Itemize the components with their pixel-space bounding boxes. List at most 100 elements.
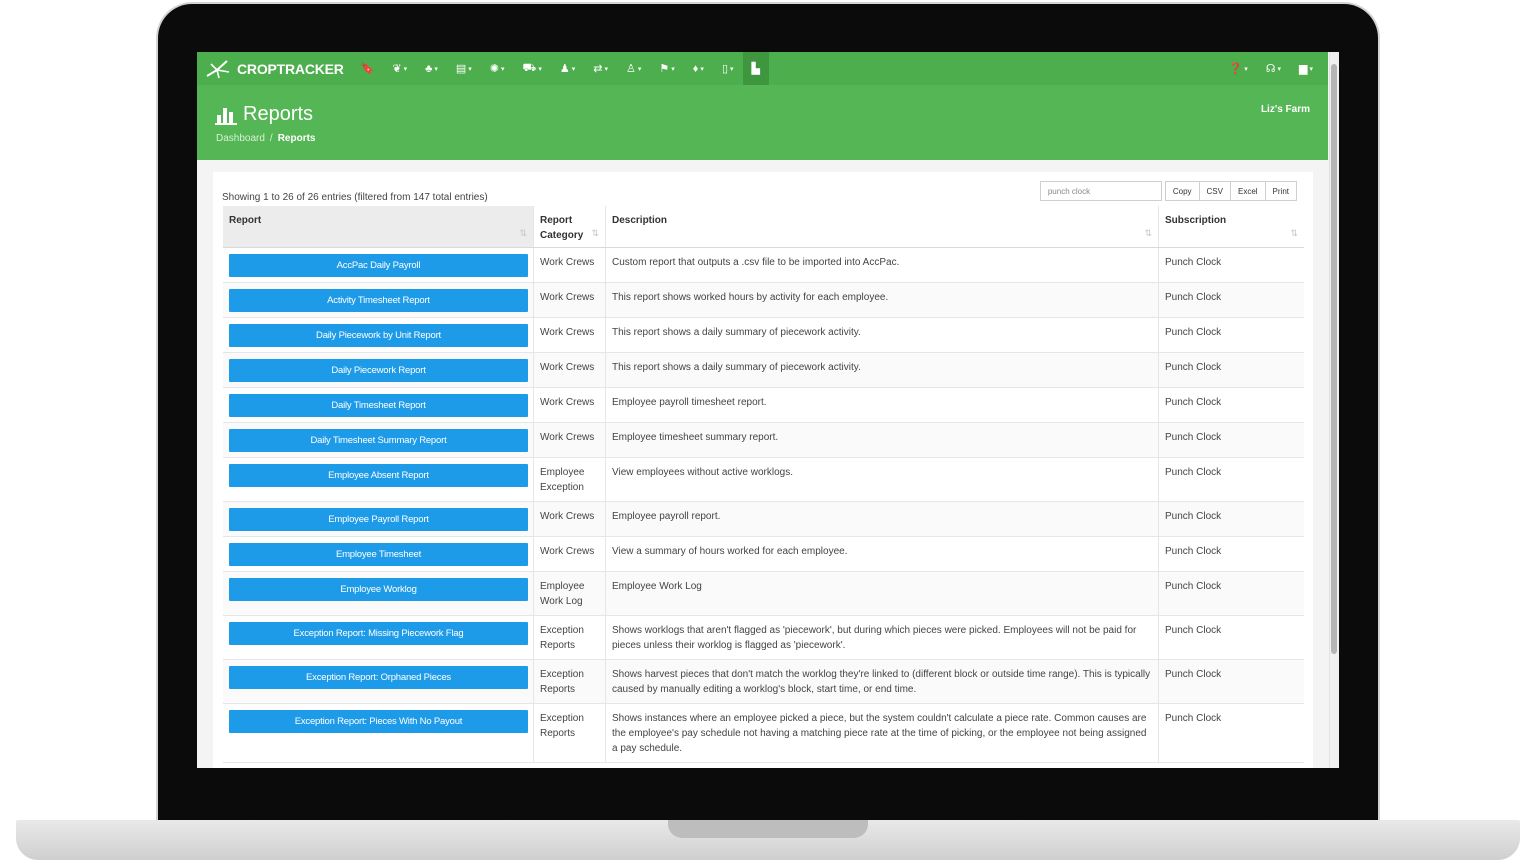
report-button[interactable]: Employee Timesheet — [229, 543, 528, 566]
report-button[interactable]: Employee Payroll Report — [229, 508, 528, 531]
nav-item-person[interactable]: ♙ ▾ — [617, 52, 650, 85]
sort-icon: ⇅ — [1144, 228, 1152, 238]
subscription-cell-text: Punch Clock — [1165, 432, 1222, 443]
report-button[interactable]: Daily Timesheet Report — [229, 394, 528, 417]
settings-icon: ✺ — [489, 63, 500, 75]
page-scrollbar-thumb[interactable] — [1331, 64, 1337, 654]
nav-item-location[interactable]: ♦ ▾ — [684, 52, 713, 85]
bar-chart-icon — [215, 107, 237, 125]
column-header-description[interactable]: Description ⇅ — [606, 206, 1159, 247]
search-input[interactable]: punch clock — [1039, 181, 1162, 201]
leaf-icon: ❦ — [392, 63, 402, 75]
category-cell-text: Work Crews — [540, 397, 595, 408]
breadcrumb-dashboard[interactable]: Dashboard — [216, 133, 265, 144]
description-cell: This report shows a daily summary of pie… — [606, 353, 1159, 387]
table-row: Daily Piecework by Unit Report Work Crews… — [223, 318, 1304, 353]
category-cell: Work Crews — [534, 353, 606, 387]
subscription-cell: Punch Clock — [1159, 423, 1304, 457]
report-cell: AccPac Daily Payroll — [223, 248, 534, 282]
category-cell: Work Crews — [534, 423, 606, 457]
category-cell-text: Exception Reports — [540, 669, 584, 695]
table-body: AccPac Daily Payroll Work Crews Custom rep… — [223, 248, 1304, 763]
page-scrollbar[interactable] — [1329, 52, 1339, 768]
table-row: Employee Absent Report Employee Exception… — [223, 458, 1304, 502]
document-icon: ▤ — [455, 63, 467, 75]
table-row: Exception Report: Orphaned Pieces Excepti… — [223, 660, 1304, 704]
csv-button[interactable]: CSV — [1198, 181, 1231, 201]
basket-icon: ♣ — [425, 62, 433, 75]
nav-item-help[interactable]: ❓ ▾ — [1220, 52, 1257, 85]
description-cell: Custom report that outputs a .csv file t… — [606, 248, 1159, 282]
caret-down-icon: ▾ — [538, 65, 542, 73]
report-button[interactable]: Exception Report: Pieces With No Payout — [229, 710, 528, 733]
nav-item-support[interactable]: ☊ ▾ — [1257, 52, 1290, 85]
report-cell: Exception Report: Pieces With No Payout — [223, 704, 534, 762]
page-title: Reports — [215, 103, 313, 126]
subscription-cell-text: Punch Clock — [1165, 546, 1222, 557]
nav-item-bookmark[interactable]: 🔖 — [352, 52, 384, 85]
location-icon: ♦ — [692, 62, 699, 75]
nav-item-mobile[interactable]: ▯ ▾ — [713, 52, 743, 85]
sort-icon: ⇅ — [591, 228, 599, 238]
description-cell: This report shows worked hours by activi… — [606, 283, 1159, 317]
column-header-category[interactable]: Report Category ⇅ — [534, 206, 606, 247]
description-cell: View a summary of hours worked for each … — [606, 537, 1159, 571]
nav-menu: 🔖 ❦ ▾ ♣ ▾ ▤ ▾ ✺ ▾ ⛟ ▾ ♟ ▾ ⇄ ▾ ♙ ▾ ⚑ ▾ ♦ ▾ ▯ ▾ ▙ — [352, 52, 769, 85]
caret-down-icon: ▾ — [1277, 65, 1282, 73]
category-cell: Work Crews — [534, 248, 606, 282]
help-icon: ❓ — [1228, 63, 1243, 75]
report-button[interactable]: Exception Report: Missing Piecework Flag — [229, 622, 528, 645]
nav-item-reports[interactable]: ▙ — [742, 52, 769, 85]
page-title-text: Reports — [243, 103, 314, 125]
brand[interactable]: CROPTRACKER — [197, 58, 344, 80]
report-cell: Exception Report: Orphaned Pieces — [223, 660, 534, 703]
description-cell: Employee timesheet summary report. — [606, 423, 1159, 457]
category-cell-text: Employee Work Log — [540, 581, 585, 607]
table-row: Daily Timesheet Summary Report Work Crews… — [223, 423, 1304, 458]
nav-item-leaf[interactable]: ❦ ▾ — [383, 52, 416, 85]
report-button[interactable]: Exception Report: Orphaned Pieces — [229, 666, 528, 689]
content-area: Showing 1 to 26 of 26 entries (filtered … — [197, 160, 1328, 768]
subscription-cell-text: Punch Clock — [1165, 327, 1222, 338]
category-cell-text: Work Crews — [540, 511, 595, 522]
description-cell-text: Employee timesheet summary report. — [612, 432, 779, 443]
table-row: Daily Piecework Report Work Crews This rep… — [223, 353, 1304, 388]
category-cell: Work Crews — [534, 318, 606, 352]
report-button[interactable]: Daily Piecework by Unit Report — [229, 324, 528, 347]
nav-item-document[interactable]: ▤ ▾ — [447, 52, 481, 85]
person-icon: ♙ — [626, 63, 636, 75]
report-button[interactable]: Daily Piecework Report — [229, 359, 528, 382]
column-header-report[interactable]: Report ⇅ — [223, 206, 534, 247]
report-cell: Daily Piecework Report — [223, 353, 534, 387]
report-cell: Daily Timesheet Summary Report — [223, 423, 534, 457]
description-cell-text: Custom report that outputs a .csv file t… — [612, 257, 900, 268]
nav-item-briefcase[interactable]: ▆ ▾ — [1290, 52, 1322, 85]
nav-item-flag[interactable]: ⚑ ▾ — [650, 52, 683, 85]
excel-button[interactable]: Excel — [1229, 181, 1266, 201]
nav-item-settings[interactable]: ✺ ▾ — [481, 52, 514, 85]
caret-down-icon: ▾ — [403, 65, 408, 73]
table-row: Employee Worklog Employee Work Log Employe… — [223, 572, 1304, 616]
category-cell-text: Employee Exception — [540, 467, 585, 493]
nav-item-truck[interactable]: ⛟ ▾ — [514, 52, 551, 85]
caret-down-icon: ▾ — [700, 65, 704, 73]
copy-button[interactable]: Copy — [1164, 181, 1200, 201]
report-button[interactable]: Employee Absent Report — [229, 464, 528, 487]
report-button[interactable]: Activity Timesheet Report — [229, 289, 528, 312]
farm-name[interactable]: Liz's Farm — [1261, 104, 1310, 115]
nav-item-exchange[interactable]: ⇄ ▾ — [584, 52, 617, 85]
nav-item-basket[interactable]: ♣ ▾ — [416, 52, 447, 85]
nav-item-user[interactable]: ♟ ▾ — [551, 52, 584, 85]
subscription-cell-text: Punch Clock — [1165, 625, 1222, 636]
report-button[interactable]: Daily Timesheet Summary Report — [229, 429, 528, 452]
description-cell: Shows worklogs that aren't flagged as 'p… — [606, 616, 1159, 659]
caret-down-icon: ▾ — [468, 65, 472, 73]
report-button[interactable]: AccPac Daily Payroll — [229, 254, 528, 277]
subscription-cell: Punch Clock — [1159, 388, 1304, 422]
report-button[interactable]: Employee Worklog — [229, 578, 528, 601]
column-header-subscription[interactable]: Subscription ⇅ — [1159, 206, 1304, 247]
category-cell: Work Crews — [534, 502, 606, 536]
category-cell-text: Exception Reports — [540, 625, 584, 651]
brand-name: CROPTRACKER — [237, 60, 344, 77]
print-button[interactable]: Print — [1264, 181, 1297, 201]
